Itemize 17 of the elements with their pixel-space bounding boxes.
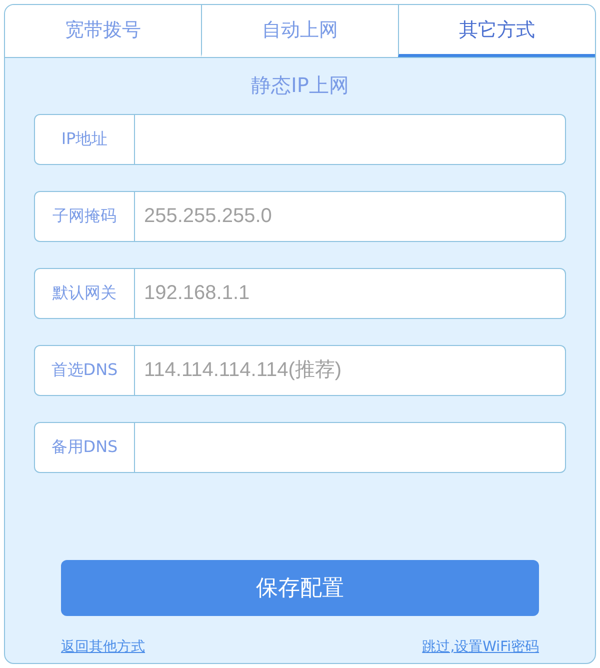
input-field[interactable]	[135, 422, 566, 473]
field-label: IP地址	[34, 114, 135, 165]
input-field[interactable]: 255.255.255.0	[135, 191, 566, 242]
input-field[interactable]: 114.114.114.114(推荐)	[135, 345, 566, 396]
back-link[interactable]: 返回其他方式	[61, 638, 145, 656]
input-field[interactable]	[135, 114, 566, 165]
section-title: 静态IP上网	[250, 72, 350, 99]
save-button[interactable]: 保存配置	[61, 560, 539, 616]
field-label: 备用DNS	[34, 422, 135, 473]
field-label: 默认网关	[34, 268, 135, 319]
skip-link[interactable]: 跳过,设置WiFi密码	[422, 638, 539, 656]
field-label: 首选DNS	[34, 345, 135, 396]
tab[interactable]: 其它方式	[398, 5, 595, 57]
input-field[interactable]: 192.168.1.1	[135, 268, 566, 319]
tab[interactable]: 宽带拨号	[5, 5, 201, 57]
tab[interactable]: 自动上网	[201, 5, 398, 57]
field-label: 子网掩码	[34, 191, 135, 242]
